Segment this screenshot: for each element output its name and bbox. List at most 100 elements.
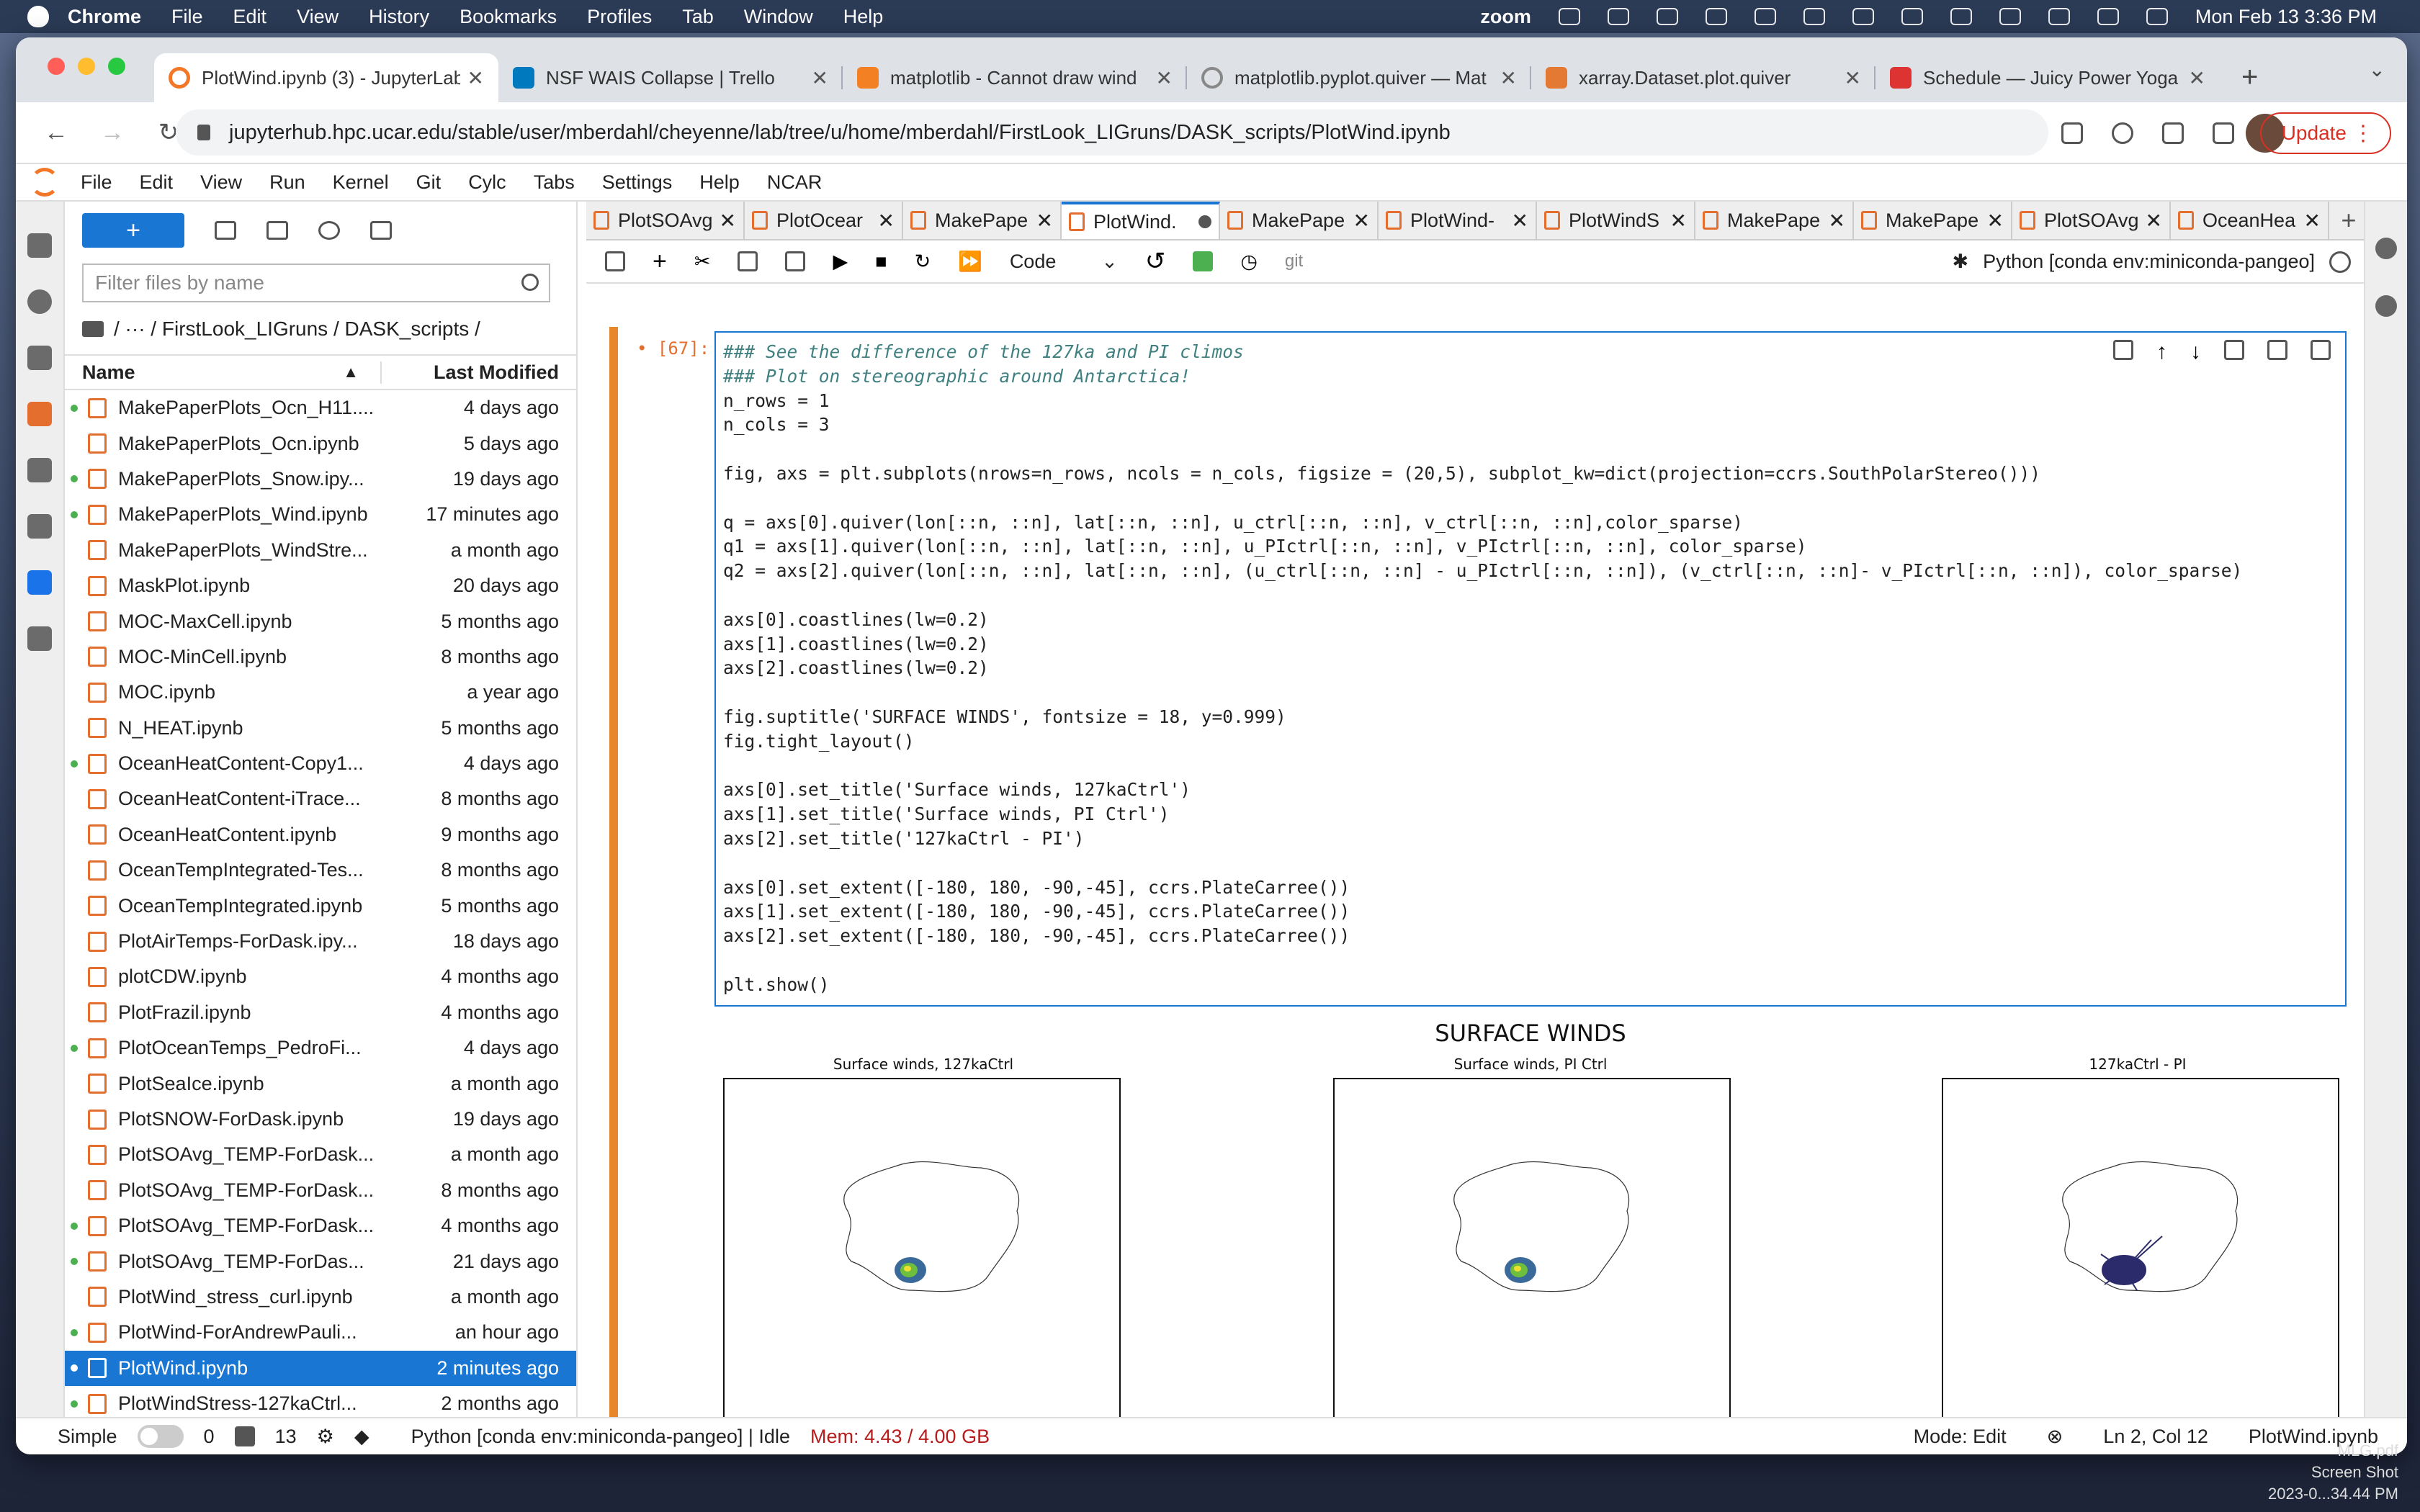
wd-drive-icon[interactable] — [1705, 8, 1727, 25]
kernel-name[interactable]: Python [conda env:miniconda-pangeo] — [1983, 251, 2315, 273]
jupyter-menu-git[interactable]: Git — [416, 171, 442, 194]
menubar-item-profiles[interactable]: Profiles — [587, 6, 652, 28]
code-cell-editor[interactable]: ### See the difference of the 127ka and … — [714, 331, 2347, 1007]
simple-mode-toggle[interactable] — [137, 1425, 184, 1448]
browser-tab-yoga-schedule[interactable]: Schedule — Juicy Power Yoga ✕ — [1876, 53, 2220, 102]
file-row[interactable]: MakePaperPlots_Ocn.ipynb 5 days ago — [65, 426, 576, 461]
insert-cell-icon[interactable]: + — [653, 248, 667, 276]
wifi-icon[interactable] — [1999, 8, 2021, 25]
close-tab-icon[interactable]: ✕ — [1845, 66, 1861, 90]
browser-tab-xarray-docs[interactable]: xarray.Dataset.plot.quiver ✕ — [1531, 53, 1876, 102]
browser-tab-trello[interactable]: NSF WAIS Collapse | Trello ✕ — [498, 53, 843, 102]
file-row[interactable]: OceanHeatContent-Copy1... 4 days ago — [65, 746, 576, 781]
file-row[interactable]: OceanHeatContent-iTrace... 8 months ago — [65, 781, 576, 816]
minimize-window-button[interactable] — [78, 58, 95, 75]
document-tab[interactable]: MakePape ✕ — [1220, 202, 1379, 239]
menubar-item-help[interactable]: Help — [843, 6, 884, 28]
tab-search-chevron-icon[interactable]: ⌄ — [2369, 58, 2385, 81]
new-tab-button[interactable]: + — [2241, 61, 2258, 94]
hexagon-extension-icon[interactable] — [27, 570, 52, 595]
file-row[interactable]: MakePaperPlots_Ocn_H11.... 4 days ago — [65, 390, 576, 426]
new-launcher-tab-button[interactable]: + — [2329, 202, 2368, 239]
document-tab[interactable]: PlotOcear ✕ — [745, 202, 903, 239]
file-row[interactable]: OceanHeatContent.ipynb 9 months ago — [65, 817, 576, 852]
jupyter-menu-settings[interactable]: Settings — [602, 171, 673, 194]
file-row[interactable]: N_HEAT.ipynb 5 months ago — [65, 711, 576, 746]
document-tab[interactable]: PlotSOAvg ✕ — [2012, 202, 2171, 239]
dropbox-icon[interactable] — [1558, 8, 1580, 25]
jupyter-menu-run[interactable]: Run — [269, 171, 305, 194]
filter-files-input[interactable]: Filter files by name — [82, 264, 550, 302]
name-column-header[interactable]: Name ▲ — [65, 361, 382, 384]
sync-icon[interactable] — [1656, 8, 1678, 25]
control-center-icon[interactable] — [2097, 8, 2119, 25]
file-row[interactable]: MOC-MinCell.ipynb 8 months ago — [65, 639, 576, 675]
side-panel-icon[interactable] — [2213, 122, 2234, 144]
close-tab-icon[interactable]: ✕ — [1353, 209, 1370, 233]
desktop-file-label[interactable]: 2023-0...34.44 PM — [2268, 1483, 2398, 1505]
cell-type-select[interactable]: Code ⌄ — [1010, 251, 1118, 273]
menubar-item-edit[interactable]: Edit — [233, 6, 267, 28]
headphones-icon[interactable] — [1852, 8, 1874, 25]
duplicate-cell-icon[interactable] — [2113, 340, 2133, 360]
document-tab[interactable]: PlotWind. — [1062, 202, 1220, 239]
insert-above-icon[interactable] — [2224, 340, 2244, 360]
document-tab[interactable]: PlotWindS ✕ — [1537, 202, 1695, 239]
lock-icon[interactable] — [197, 125, 210, 140]
jupyter-menu-help[interactable]: Help — [699, 171, 740, 194]
menubar-app-name[interactable]: Chrome — [68, 6, 141, 28]
file-row[interactable]: PlotSeaIce.ipynb a month ago — [65, 1066, 576, 1101]
table-of-contents-icon[interactable] — [1193, 251, 1214, 271]
git-clone-icon[interactable] — [370, 221, 392, 240]
close-tab-icon[interactable]: ✕ — [1036, 209, 1053, 233]
dask-icon[interactable] — [27, 346, 52, 370]
document-tab[interactable]: PlotWind- ✕ — [1379, 202, 1537, 239]
close-tab-icon[interactable]: ✕ — [1500, 66, 1517, 90]
file-row[interactable]: PlotFrazil.ipynb 4 months ago — [65, 995, 576, 1030]
close-tab-icon[interactable]: ✕ — [1829, 209, 1845, 233]
desktop-file-label[interactable]: MLG.pdf — [2268, 1440, 2398, 1462]
file-row[interactable]: MOC-MaxCell.ipynb 5 months ago — [65, 603, 576, 639]
editor-mode[interactable]: Mode: Edit — [1914, 1426, 2007, 1448]
kernel-gear-icon[interactable]: ⚙ — [317, 1426, 334, 1448]
close-tab-icon[interactable]: ✕ — [878, 209, 895, 233]
code-text[interactable]: ### See the difference of the 127ka and … — [716, 333, 2345, 997]
file-row[interactable]: PlotWind_stress_curl.ipynb a month ago — [65, 1279, 576, 1315]
back-arrow-icon[interactable]: ← — [40, 119, 72, 147]
breadcrumb-path[interactable]: / ··· / FirstLook_LIGruns / DASK_scripts… — [114, 318, 480, 341]
terminal-icon[interactable] — [234, 1426, 255, 1446]
move-down-icon[interactable]: ↓ — [2190, 340, 2201, 364]
jupyter-menu-tabs[interactable]: Tabs — [534, 171, 575, 194]
property-inspector-gear-icon[interactable] — [2375, 238, 2397, 259]
chrome-update-button[interactable]: Update ⋮ — [2259, 112, 2391, 154]
close-tab-icon[interactable]: ✕ — [812, 66, 828, 90]
bank-icon[interactable] — [1754, 8, 1776, 25]
cursor-position[interactable]: Ln 2, Col 12 — [2103, 1426, 2208, 1448]
vlc-icon[interactable] — [1607, 8, 1629, 25]
file-row[interactable]: plotCDW.ipynb 4 months ago — [65, 959, 576, 994]
file-row[interactable]: PlotAirTemps-ForDask.ipy... 18 days ago — [65, 924, 576, 959]
git-icon[interactable] — [27, 458, 52, 482]
git-status-icon[interactable]: ◆ — [354, 1426, 369, 1448]
file-row[interactable]: PlotWindStress-127kaCtrl... 2 months ago — [65, 1386, 576, 1421]
upload-icon[interactable] — [266, 221, 288, 240]
document-tab[interactable]: PlotSOAvg ✕ — [586, 202, 745, 239]
file-row[interactable]: MaskPlot.ipynb 20 days ago — [65, 568, 576, 603]
close-tab-icon[interactable]: ✕ — [2146, 209, 2162, 233]
save-icon[interactable] — [605, 251, 625, 271]
browser-tab-jupyterlab[interactable]: PlotWind.ipynb (3) - JupyterLab ✕ — [154, 53, 498, 102]
file-row[interactable]: PlotSOAvg_TEMP-ForDask... a month ago — [65, 1137, 576, 1172]
sync-icon[interactable]: ↺ — [1145, 247, 1166, 276]
file-row[interactable]: PlotWind.ipynb 2 minutes ago — [65, 1350, 576, 1386]
kernel-status-text[interactable]: Python [conda env:miniconda-pangeo] | Id… — [411, 1426, 790, 1448]
jupyter-menu-kernel[interactable]: Kernel — [333, 171, 389, 194]
close-tab-icon[interactable]: ✕ — [2189, 66, 2205, 90]
new-launcher-button[interactable]: + — [82, 213, 184, 248]
jupyter-menu-edit[interactable]: Edit — [140, 171, 174, 194]
close-tab-icon[interactable]: ✕ — [1987, 209, 2004, 233]
paste-icon[interactable] — [785, 251, 806, 271]
table-of-contents-icon[interactable] — [27, 514, 52, 539]
zoom-window-button[interactable] — [108, 58, 125, 75]
refresh-icon[interactable] — [318, 221, 340, 240]
jupyter-menu-cylc[interactable]: Cylc — [468, 171, 506, 194]
